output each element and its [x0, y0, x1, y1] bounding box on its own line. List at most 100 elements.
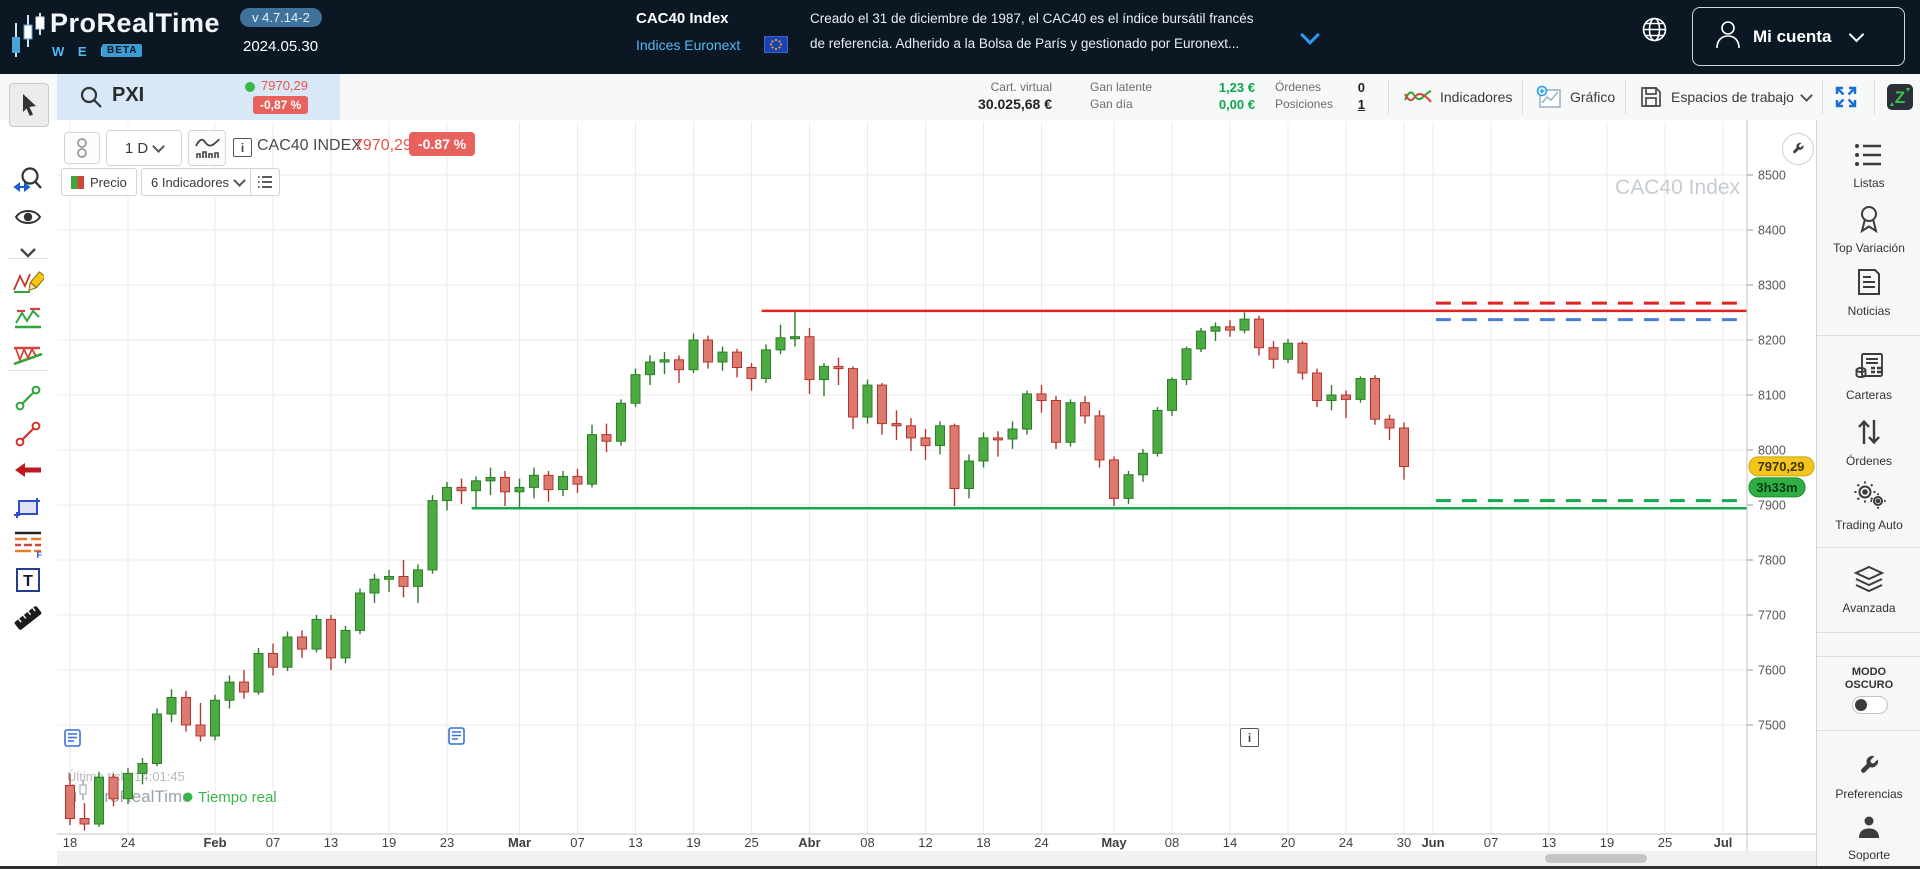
x-tick-label: May: [1101, 835, 1127, 850]
z-shortcut-button[interactable]: Z: [1886, 74, 1914, 120]
chart-instrument-name: CAC40 INDEX: [257, 137, 362, 155]
dark-mode-toggle[interactable]: [1852, 696, 1888, 714]
pattern-lines-tool[interactable]: [9, 302, 47, 334]
gan-latente-value: 1,23 €: [1185, 79, 1255, 96]
link-instrument-button[interactable]: [64, 132, 100, 164]
zoom-tool[interactable]: [9, 164, 47, 196]
chart-style-button[interactable]: [188, 130, 226, 166]
news-marker-icon[interactable]: [448, 726, 465, 750]
axis-settings-button[interactable]: [1782, 133, 1814, 165]
chart-change-badge: -0.87 %: [409, 132, 475, 156]
layers-icon: [1853, 565, 1885, 593]
fullscreen-button[interactable]: [1834, 74, 1858, 120]
sidebar-item-trading-auto[interactable]: Trading Auto: [1817, 480, 1920, 532]
news-marker-icon[interactable]: [64, 728, 81, 752]
candle: [1226, 327, 1235, 330]
candle: [834, 366, 843, 368]
timeframe-selector[interactable]: 1 D: [106, 130, 182, 166]
x-tick-label: 24: [1034, 835, 1048, 850]
account-button-label: Mi cuenta: [1753, 27, 1831, 47]
candle: [544, 475, 553, 489]
sidebar-item-noticias[interactable]: Noticias: [1817, 268, 1920, 318]
x-tick-label: Jul: [1714, 835, 1733, 850]
x-tick-label: 18: [63, 835, 77, 850]
sidebar-item-preferencias[interactable]: Preferencias: [1817, 753, 1920, 801]
posiciones-value-link[interactable]: 1: [1345, 96, 1365, 113]
candle: [370, 579, 379, 593]
instrument-market-link[interactable]: Indices Euronext: [636, 37, 740, 53]
list-settings-icon: [257, 175, 273, 189]
candle: [196, 725, 205, 736]
candle: [1168, 380, 1177, 411]
scrollbar-thumb[interactable]: [1545, 854, 1647, 863]
z-shortcut-icon: Z: [1886, 83, 1914, 111]
fibonacci-tool[interactable]: F: [9, 528, 47, 560]
candle: [515, 487, 524, 491]
indicator-list-button[interactable]: [250, 168, 280, 196]
candle: [863, 385, 872, 417]
segment-down-tool[interactable]: [9, 418, 47, 450]
instrument-description-line1: Creado el 31 de diciembre de 1987, el CA…: [810, 8, 1254, 30]
svg-text:F: F: [37, 550, 43, 558]
sidebar-item-soporte[interactable]: Soporte: [1817, 814, 1920, 862]
measure-tool[interactable]: [9, 602, 47, 634]
segment-up-tool[interactable]: [9, 382, 47, 414]
workspaces-chevron-icon: [1800, 89, 1813, 102]
eye-icon: [14, 207, 42, 227]
cursor-tool-selected[interactable]: [9, 83, 49, 127]
divider: [1817, 335, 1920, 336]
indicators-button[interactable]: Indicadores: [1404, 74, 1512, 120]
prorealtime-app: ProRealTime W E B BETA v 4.7.14-2 2024.0…: [0, 0, 1920, 869]
instrument-search[interactable]: PXI 7970,29 -0,87 %: [57, 74, 340, 120]
candle: [138, 764, 147, 774]
x-tick-label: 25: [1658, 835, 1672, 850]
horizontal-arrow-tool[interactable]: [9, 454, 47, 486]
indicators-count-chip[interactable]: 6 Indicadores: [141, 168, 254, 196]
triangle-pattern-tool[interactable]: [9, 339, 47, 371]
candle: [573, 476, 582, 484]
candle: [298, 637, 307, 649]
divider: [1625, 80, 1626, 114]
version-badge: v 4.7.14-2: [240, 8, 322, 27]
text-tool[interactable]: T: [9, 564, 47, 596]
sidebar-item-avanzada[interactable]: Avanzada: [1817, 565, 1920, 615]
visibility-tool[interactable]: [9, 201, 47, 233]
zone-rectangle-tool[interactable]: [9, 492, 47, 524]
horizontal-scrollbar[interactable]: [57, 851, 1816, 866]
tools-expand-chevron[interactable]: [9, 236, 47, 268]
price-legend-chip[interactable]: Precio: [61, 168, 137, 196]
candle: [907, 426, 916, 438]
instrument-info-button[interactable]: i: [233, 138, 252, 157]
divider: [1522, 80, 1523, 114]
gan-dia-value: 0,00 €: [1185, 96, 1255, 113]
timeframe-value: 1 D: [125, 140, 148, 157]
x-tick-label: 13: [324, 835, 338, 850]
chart-button[interactable]: Gráfico: [1536, 74, 1615, 120]
divider: [8, 370, 48, 371]
candle: [356, 593, 365, 630]
y-tick-label: 8400: [1758, 224, 1786, 238]
sidebar-item-carteras[interactable]: Carteras: [1817, 352, 1920, 402]
sidebar-item-ordenes[interactable]: Órdenes: [1817, 418, 1920, 468]
candle: [109, 777, 118, 798]
freehand-draw-tool[interactable]: [9, 266, 47, 298]
y-tick-label: 8000: [1758, 444, 1786, 458]
chart-info-button[interactable]: i: [1240, 728, 1259, 747]
workspaces-button[interactable]: Espacios de trabajo: [1639, 74, 1811, 120]
candle: [791, 337, 800, 339]
price-chart[interactable]: CAC40 Index Último tick: 14:01:45 ProRea…: [57, 120, 1816, 852]
candle: [1342, 395, 1351, 399]
x-tick-label: 24: [121, 835, 135, 850]
x-tick-label: 13: [1542, 835, 1556, 850]
description-expand-chevron-icon[interactable]: [1300, 25, 1320, 45]
candle: [936, 426, 945, 446]
orders-values: 0 1: [1345, 79, 1365, 113]
sidebar-item-listas[interactable]: Listas: [1817, 142, 1920, 190]
language-globe-icon[interactable]: [1641, 16, 1668, 48]
my-account-button[interactable]: Mi cuenta: [1692, 7, 1905, 66]
candle: [1139, 453, 1148, 474]
x-tick-label: 19: [382, 835, 396, 850]
sidebar-item-top-variacion[interactable]: Top Variación: [1817, 203, 1920, 255]
list-icon: [1854, 142, 1884, 168]
candle: [327, 619, 336, 658]
